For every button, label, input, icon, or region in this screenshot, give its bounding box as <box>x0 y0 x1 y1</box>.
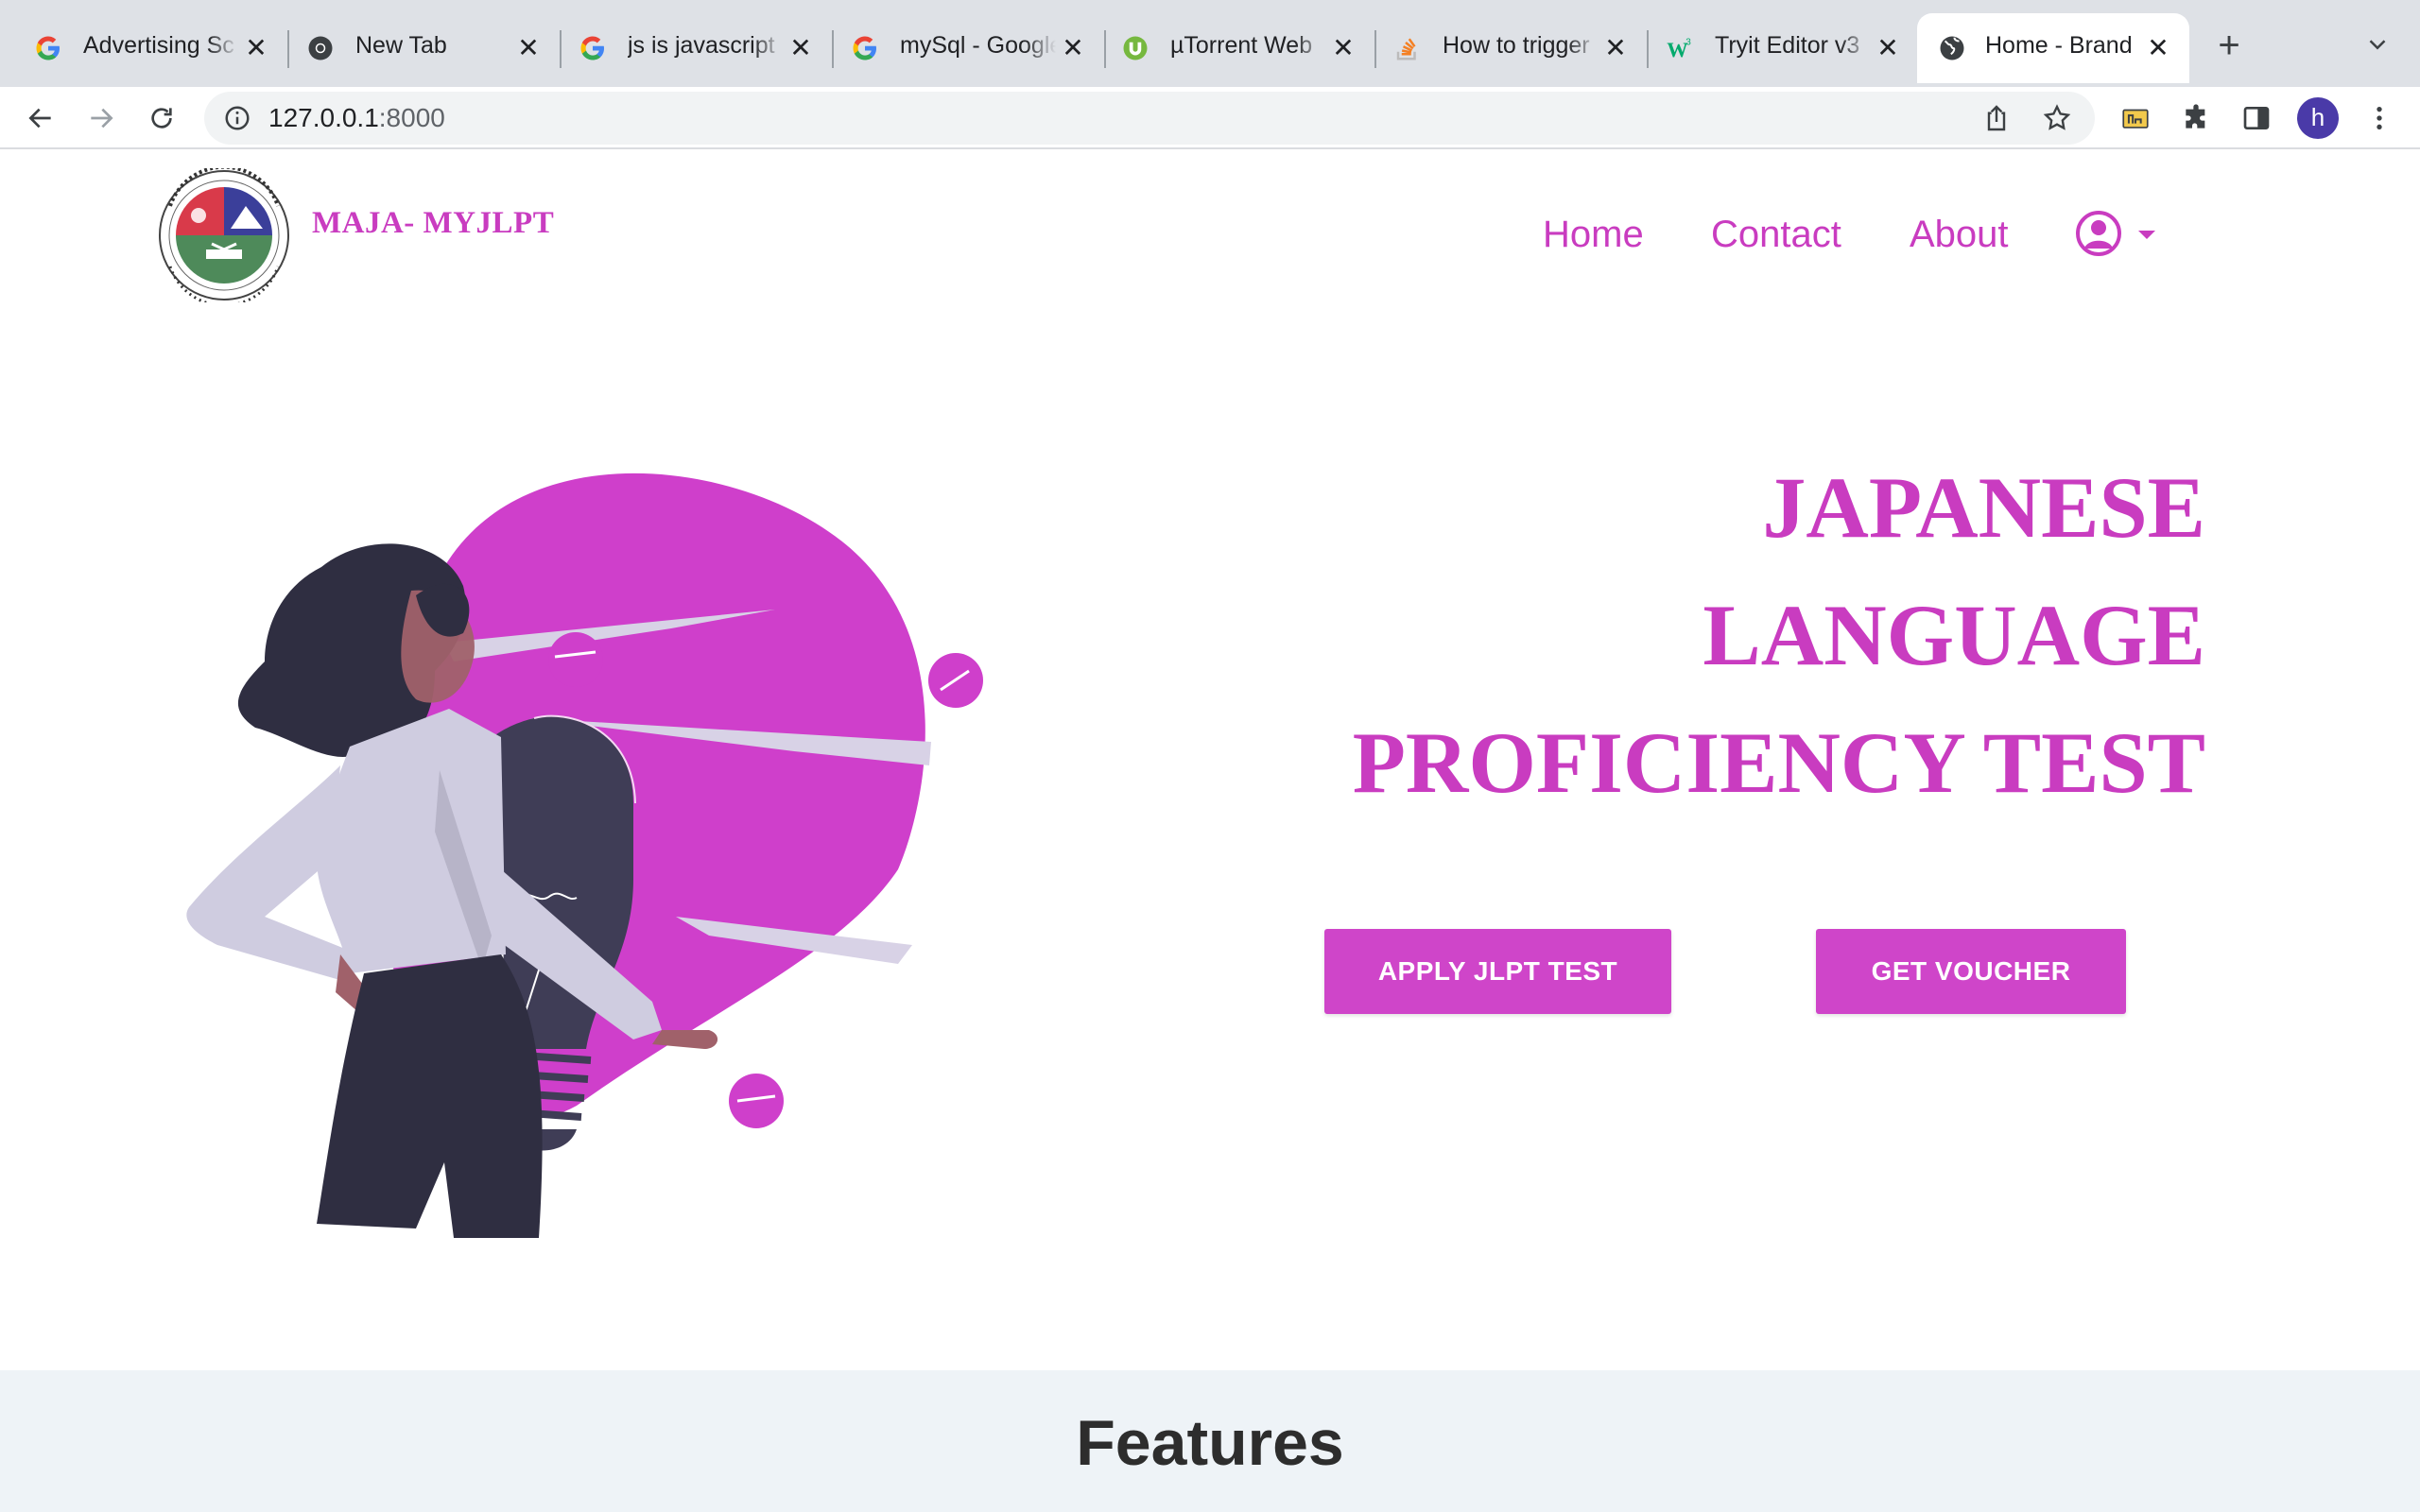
address-bar[interactable]: 127.0.0.1:8000 <box>204 92 2095 145</box>
close-icon[interactable]: ✕ <box>1601 34 1630 62</box>
new-tab-button[interactable]: + <box>2212 26 2246 64</box>
side-panel-icon[interactable] <box>2238 100 2274 136</box>
url-host: 127.0.0.1 <box>268 103 379 132</box>
tab-search-chevron-icon[interactable] <box>2363 30 2392 59</box>
close-icon[interactable]: ✕ <box>786 34 815 62</box>
tab-title: Tryit Editor v3 <box>1715 32 1860 59</box>
browser-tab-active[interactable]: Home - Brand ✕ <box>1917 13 2189 83</box>
share-icon[interactable] <box>1981 103 2012 133</box>
browser-tab-strip: Advertising Sc ✕ New Tab ✕ js is javascr… <box>0 0 2420 87</box>
close-icon[interactable]: ✕ <box>514 34 543 62</box>
headline-line: PROFICIENCY TEST <box>1352 714 2205 811</box>
browser-tab[interactable]: New Tab ✕ <box>272 13 562 83</box>
headline-line: LANGUAGE <box>1703 587 2205 683</box>
decor-dot <box>548 632 603 687</box>
kebab-menu-icon[interactable] <box>2361 100 2397 136</box>
apply-jlpt-test-button[interactable]: APPLY JLPT TEST <box>1324 929 1671 1014</box>
nav-link-contact[interactable]: Contact <box>1711 214 1841 256</box>
browser-toolbar: 127.0.0.1:8000 h <box>0 87 2420 149</box>
tab-title: js is javascript <box>628 32 775 59</box>
site-info-icon[interactable] <box>223 104 251 132</box>
tab-title: mySql - Google <box>900 32 1056 59</box>
features-heading: Features <box>1076 1407 1344 1479</box>
extensions-puzzle-icon[interactable] <box>2178 100 2214 136</box>
extension-icon[interactable] <box>2118 100 2153 136</box>
user-account-dropdown[interactable] <box>2076 208 2161 261</box>
browser-tab[interactable]: µTorrent Web ✕ <box>1087 13 1376 83</box>
forward-arrow-icon[interactable] <box>83 100 119 136</box>
reload-icon[interactable] <box>144 100 180 136</box>
close-icon[interactable]: ✕ <box>242 34 270 62</box>
tab-title: How to trigger <box>1443 32 1590 59</box>
nav-link-about[interactable]: About <box>1910 214 2009 256</box>
bookmark-star-icon[interactable] <box>2042 103 2072 133</box>
user-circle-icon <box>2076 211 2155 256</box>
close-icon[interactable]: ✕ <box>1874 34 1902 62</box>
headline-line: JAPANESE <box>1762 459 2205 556</box>
close-icon[interactable]: ✕ <box>1059 34 1087 62</box>
decor-dot <box>729 1074 784 1128</box>
close-icon[interactable]: ✕ <box>2144 34 2172 62</box>
browser-tab[interactable]: Advertising Sc ✕ <box>0 13 289 83</box>
stackoverflow-icon <box>1393 34 1422 62</box>
site-brand-name[interactable]: MAJA- MYJLPT <box>312 206 554 241</box>
browser-tab[interactable]: mySql - Google ✕ <box>817 13 1106 83</box>
browser-tab[interactable]: js is javascript ✕ <box>544 13 834 83</box>
features-section: Features <box>0 1370 2420 1512</box>
tab-title: µTorrent Web <box>1170 32 1313 59</box>
close-icon[interactable]: ✕ <box>1329 34 1357 62</box>
tab-title: Advertising Sc <box>83 32 234 59</box>
url-text[interactable]: 127.0.0.1:8000 <box>268 103 445 133</box>
utorrent-icon <box>1121 34 1150 62</box>
browser-tab[interactable]: W3 Tryit Editor v3 ✕ <box>1632 13 1919 83</box>
site-logo[interactable] <box>157 164 291 307</box>
hero-headline: JAPANESE LANGUAGE PROFICIENCY TEST <box>1353 444 2205 827</box>
nav-link-home[interactable]: Home <box>1543 214 1644 256</box>
profile-avatar[interactable]: h <box>2297 97 2339 139</box>
globe-icon <box>1938 34 1966 62</box>
tab-title: Home - Brand <box>1985 32 2133 59</box>
back-arrow-icon[interactable] <box>23 100 59 136</box>
google-icon <box>34 34 62 62</box>
tab-title: New Tab <box>355 32 447 59</box>
w3schools-icon: W3 <box>1666 34 1694 62</box>
browser-tab[interactable]: How to trigger ✕ <box>1359 13 1649 83</box>
chrome-icon <box>306 34 335 62</box>
get-voucher-button[interactable]: GET VOUCHER <box>1816 929 2126 1014</box>
hero-illustration <box>180 425 1201 1276</box>
svg-text:3: 3 <box>1685 37 1691 47</box>
google-icon <box>851 34 879 62</box>
google-icon <box>579 34 607 62</box>
url-port: :8000 <box>378 103 445 132</box>
web-page: MAJA- MYJLPT Home Contact About JAPANESE… <box>0 151 2420 1512</box>
